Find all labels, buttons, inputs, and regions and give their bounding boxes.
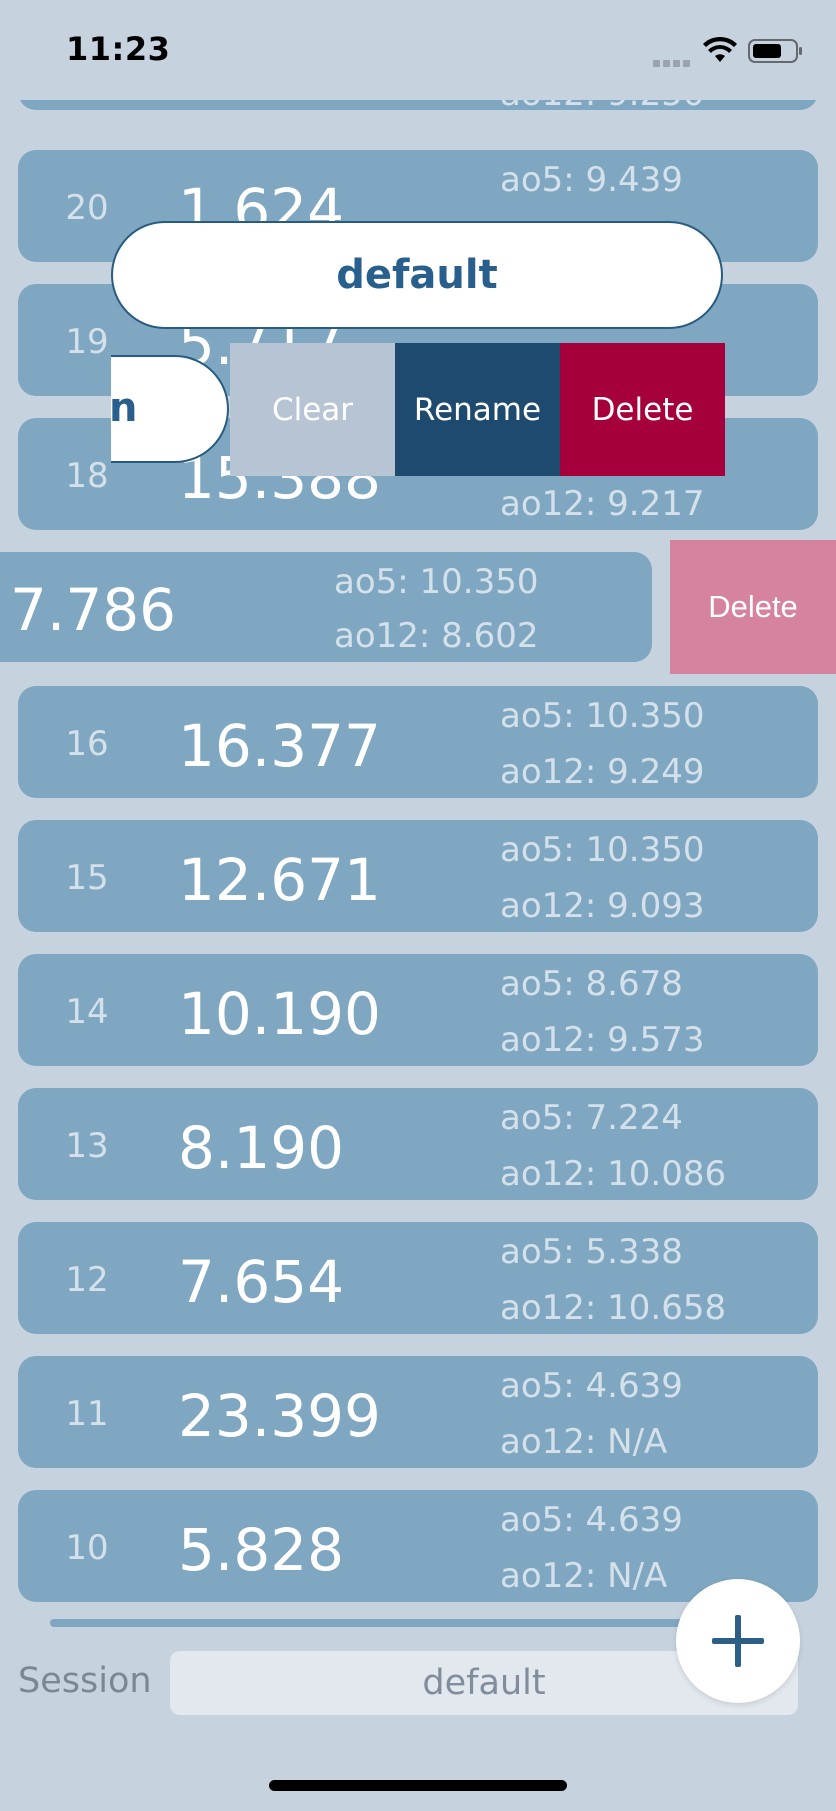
rename-button[interactable]: Rename (395, 343, 560, 476)
ao12-value: ao12: 9.093 (500, 886, 705, 926)
solve-row-swiped[interactable]: 7.786 ao5: 10.350 ao12: 8.602 (0, 552, 652, 662)
add-solve-button[interactable] (676, 1579, 800, 1703)
ao5-value: ao5: 7.224 (500, 1098, 683, 1138)
wifi-icon (703, 36, 737, 62)
solve-index: 20 (65, 188, 109, 228)
ao12-value: ao12: 9.573 (500, 1020, 705, 1060)
solve-index: 10 (65, 1528, 109, 1568)
solve-time: 10.190 (178, 980, 381, 1048)
solve-time: 8.190 (178, 1114, 345, 1182)
solve-time: 7.786 (10, 576, 177, 644)
ao5-value: ao5: 8.678 (500, 964, 683, 1004)
solve-row[interactable]: 11 23.399 ao5: 4.639 ao12: N/A (18, 1356, 818, 1468)
ao5-value: ao5: 4.639 (500, 1366, 683, 1406)
status-time: 11:23 (66, 30, 171, 68)
cellular-signal-icon (653, 52, 695, 67)
session-action-bar: Clear Rename Delete (230, 343, 725, 476)
ao5-value: ao5: 10.350 (500, 830, 705, 870)
bottom-divider (50, 1619, 786, 1627)
solve-index: 12 (65, 1260, 109, 1300)
session-pill-partial[interactable]: n (109, 355, 229, 463)
swipe-delete-button[interactable]: Delete (670, 540, 836, 674)
ao12-value: ao12: N/A (500, 1422, 668, 1462)
solve-row[interactable]: 13 8.190 ao5: 7.224 ao12: 10.086 (18, 1088, 818, 1200)
ao5-value: ao5: 5.338 (500, 1232, 683, 1272)
solve-row[interactable]: 16 16.377 ao5: 10.350 ao12: 9.249 (18, 686, 818, 798)
session-label: Session (18, 1661, 152, 1701)
ao5-value: ao5: 9.439 (500, 160, 683, 200)
session-menu-title-label: default (336, 252, 498, 298)
solve-index: 14 (65, 992, 109, 1032)
ao5-value: ao5: 4.639 (500, 1500, 683, 1540)
solve-index: 11 (65, 1394, 109, 1434)
ao5-value: ao5: 10.350 (500, 696, 705, 736)
solve-time: 23.399 (178, 1382, 381, 1450)
solve-row[interactable]: 10 5.828 ao5: 4.639 ao12: N/A (18, 1490, 818, 1602)
ao12-value: ao12: N/A (500, 1556, 668, 1596)
solve-row[interactable]: 14 10.190 ao5: 8.678 ao12: 9.573 (18, 954, 818, 1066)
solve-index: 13 (65, 1126, 109, 1166)
ao12-value: ao12: 10.086 (500, 1154, 727, 1194)
solve-time: 12.671 (178, 846, 381, 914)
solve-time: 16.377 (178, 712, 381, 780)
ao12-value: ao12: 8.602 (334, 616, 539, 656)
solve-time: 7.654 (178, 1248, 345, 1316)
status-bar: 11:23 (0, 0, 836, 100)
clear-button[interactable]: Clear (230, 343, 395, 476)
solve-index: 19 (65, 322, 109, 362)
ao12-value: ao12: 9.217 (500, 484, 705, 524)
home-indicator (269, 1780, 567, 1791)
battery-icon (748, 39, 802, 63)
solve-row[interactable]: 15 12.671 ao5: 10.350 ao12: 9.093 (18, 820, 818, 932)
solve-index: 16 (65, 724, 109, 764)
solve-index: 18 (65, 456, 109, 496)
ao12-value: ao12: 9.249 (500, 752, 705, 792)
session-pill-partial-label: n (109, 385, 138, 431)
ao5-value: ao5: 10.350 (334, 562, 539, 602)
app-screen: ao12: 9.250 201.624ao5: 9.439195.7171815… (0, 0, 836, 1811)
solve-time: 5.828 (178, 1516, 345, 1584)
solve-row[interactable]: 12 7.654 ao5: 5.338 ao12: 10.658 (18, 1222, 818, 1334)
delete-session-button[interactable]: Delete (560, 343, 725, 476)
plus-icon (712, 1615, 764, 1667)
ao12-value: ao12: 10.658 (500, 1288, 727, 1328)
solve-index: 15 (65, 858, 109, 898)
session-menu-title[interactable]: default (111, 221, 723, 329)
